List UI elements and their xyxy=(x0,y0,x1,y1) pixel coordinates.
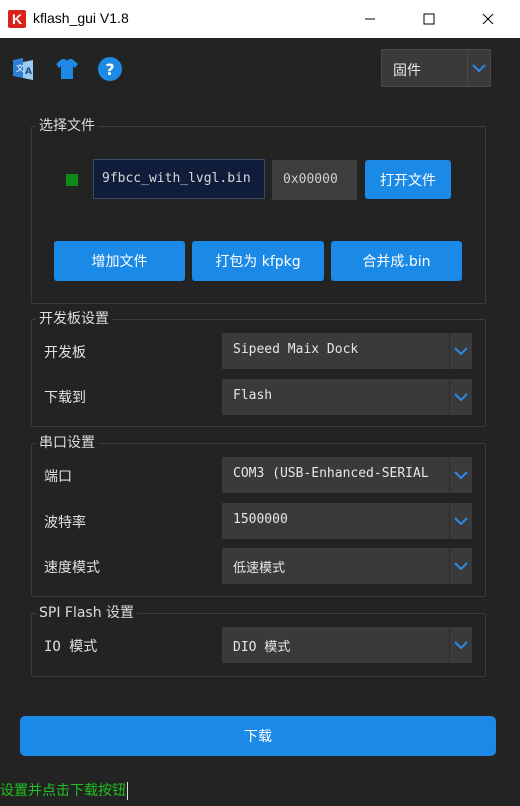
download-target-select[interactable]: Flash xyxy=(222,379,472,415)
status-text: 设置并点击下载按钮 xyxy=(0,783,126,799)
board-select-value: Sipeed Maix Dock xyxy=(233,342,359,357)
spi-flash-group-title: SPI Flash 设置 xyxy=(36,604,138,622)
port-select[interactable]: COM3 (USB-Enhanced-SERIAL xyxy=(222,457,472,493)
add-file-button[interactable]: 增加文件 xyxy=(54,241,185,281)
translate-icon[interactable]: 文 A xyxy=(9,55,37,83)
serial-settings-group-title: 串口设置 xyxy=(36,434,98,452)
speed-mode-select[interactable]: 低速模式 xyxy=(222,548,472,584)
select-file-group-title: 选择文件 xyxy=(36,117,98,135)
file-enabled-indicator[interactable] xyxy=(66,174,78,186)
text-cursor xyxy=(127,782,128,800)
chevron-down-icon xyxy=(449,333,472,369)
merge-bin-button[interactable]: 合并成.bin xyxy=(331,241,462,281)
title-bar: K kflash_gui V1.8 xyxy=(0,0,520,38)
speed-mode-label: 速度模式 xyxy=(44,560,100,576)
minimize-icon xyxy=(365,18,375,20)
help-icon[interactable]: ? xyxy=(96,55,124,83)
io-mode-label: IO 模式 xyxy=(44,639,98,655)
tshirt-icon[interactable] xyxy=(53,55,81,83)
firmware-select-value: 固件 xyxy=(393,63,421,79)
port-select-value: COM3 (USB-Enhanced-SERIAL xyxy=(233,466,429,481)
firmware-select[interactable]: 固件 xyxy=(381,49,491,87)
close-icon xyxy=(482,13,494,25)
chevron-down-icon xyxy=(449,379,472,415)
chevron-down-icon xyxy=(449,503,472,539)
baud-rate-select[interactable]: 1500000 xyxy=(222,503,472,539)
download-target-value: Flash xyxy=(233,388,273,403)
speed-mode-value: 低速模式 xyxy=(233,561,286,576)
chevron-down-icon xyxy=(449,457,472,493)
board-settings-group-title: 开发板设置 xyxy=(36,310,112,328)
svg-text:文: 文 xyxy=(16,63,24,73)
board-label: 开发板 xyxy=(44,345,86,361)
board-select[interactable]: Sipeed Maix Dock xyxy=(222,333,472,369)
close-button[interactable] xyxy=(459,0,517,38)
maximize-icon xyxy=(423,13,435,25)
address-field[interactable]: 0x00000 xyxy=(272,160,357,200)
maximize-button[interactable] xyxy=(400,0,458,38)
app-logo-icon: K xyxy=(8,10,26,28)
file-path-field[interactable]: 9fbcc_with_lvgl.bin xyxy=(93,159,265,199)
download-button[interactable]: 下载 xyxy=(20,716,496,756)
port-label: 端口 xyxy=(44,469,72,485)
io-mode-value: DIO 模式 xyxy=(233,640,291,655)
open-file-button[interactable]: 打开文件 xyxy=(365,160,451,199)
window-title: kflash_gui V1.8 xyxy=(33,10,129,26)
io-mode-select[interactable]: DIO 模式 xyxy=(222,627,472,663)
baud-rate-label: 波特率 xyxy=(44,515,86,531)
svg-text:?: ? xyxy=(105,60,114,79)
download-target-label: 下载到 xyxy=(44,390,86,406)
status-bar: 设置并点击下载按钮 xyxy=(0,780,128,800)
svg-text:A: A xyxy=(25,67,32,77)
chevron-down-icon xyxy=(467,50,490,86)
baud-rate-value: 1500000 xyxy=(233,512,288,527)
chevron-down-icon xyxy=(449,548,472,584)
pack-kfpkg-button[interactable]: 打包为 kfpkg xyxy=(192,241,324,281)
minimize-button[interactable] xyxy=(341,0,399,38)
chevron-down-icon xyxy=(449,627,472,663)
